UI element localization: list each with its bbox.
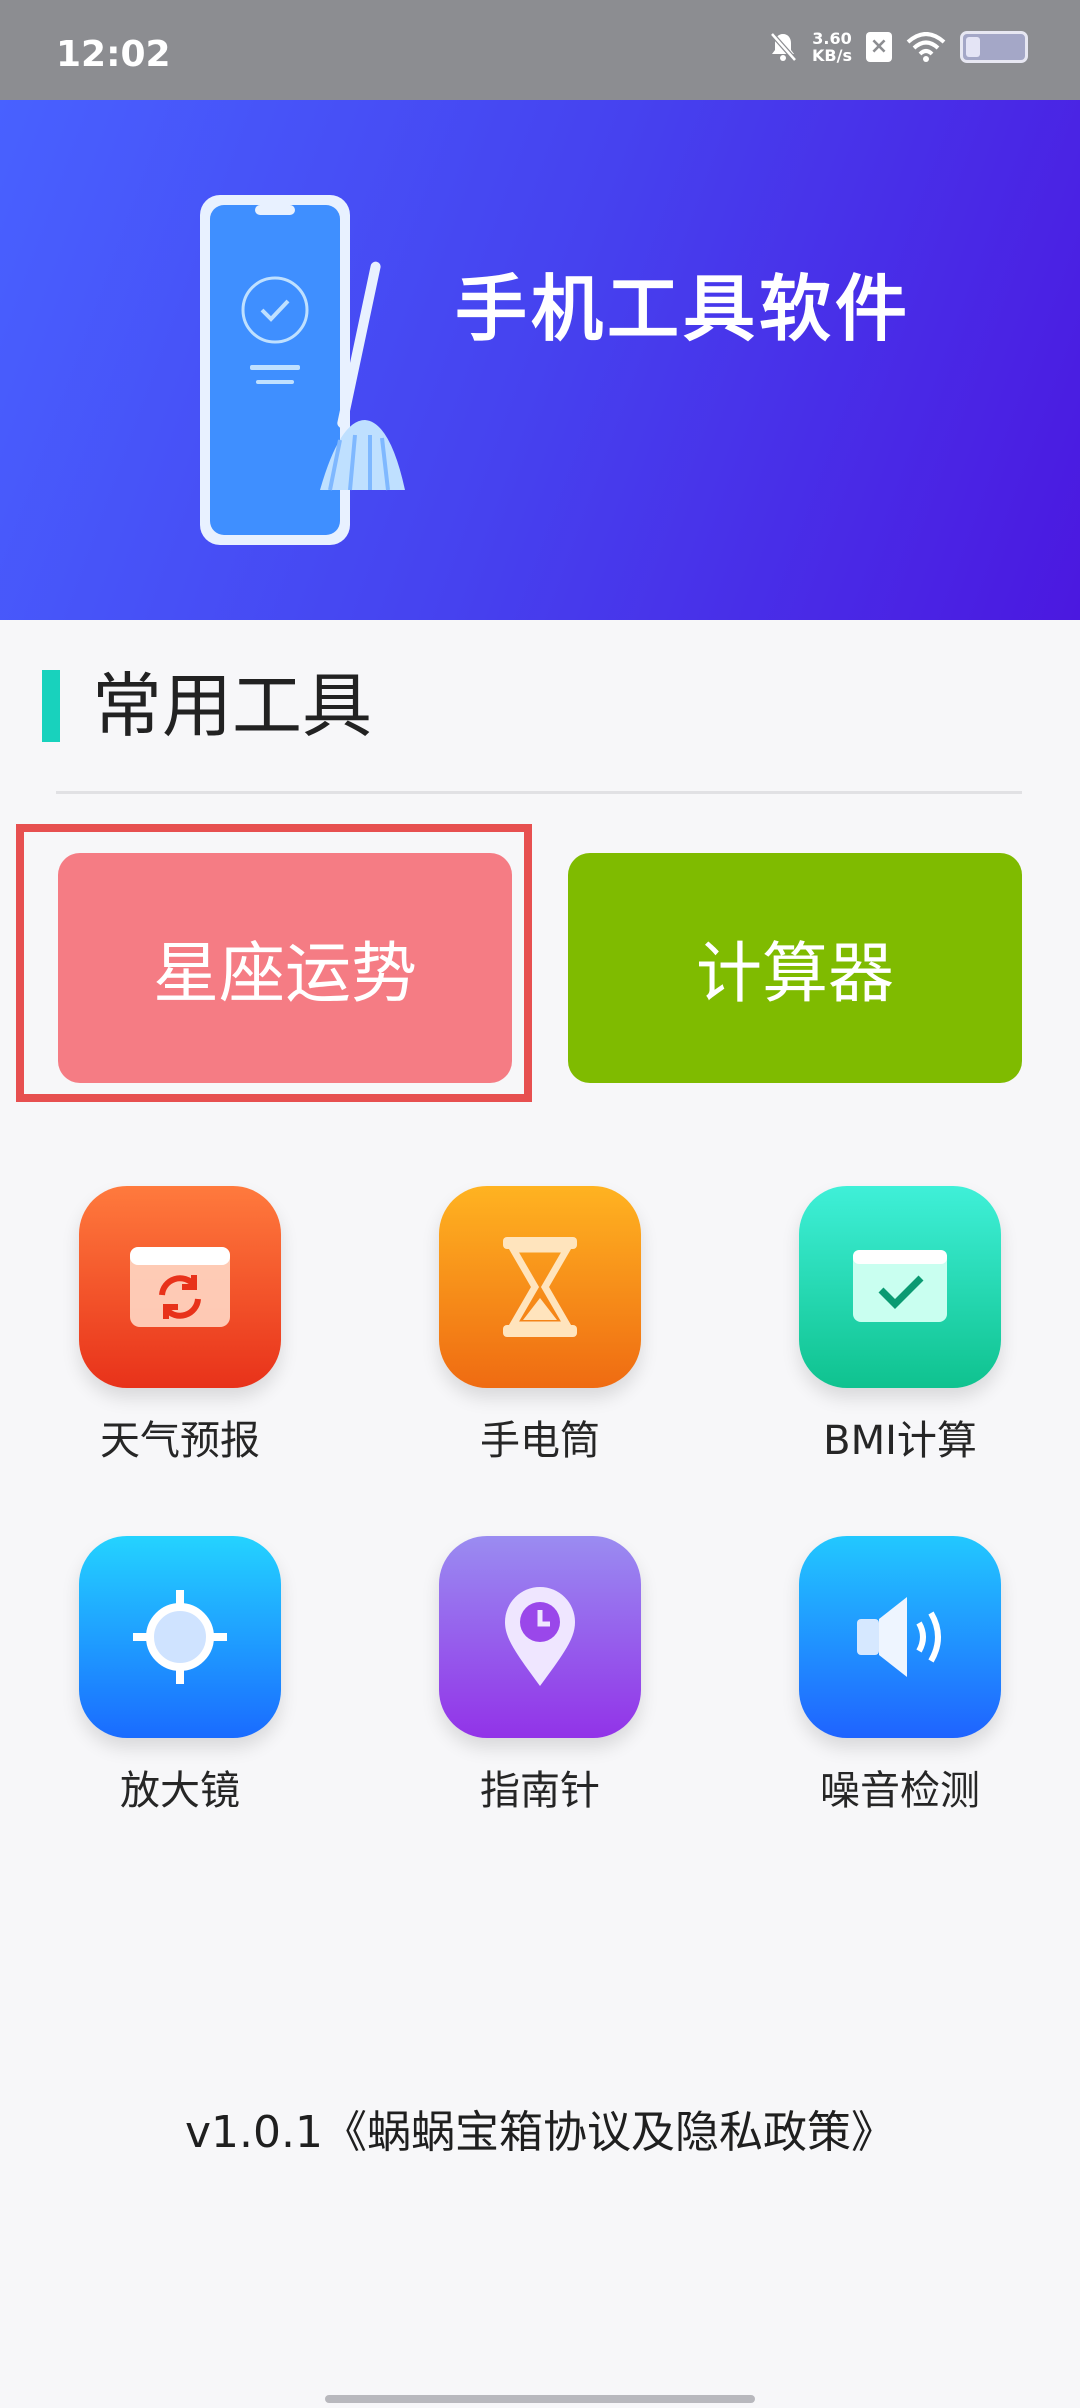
- tool-compass[interactable]: 指南针: [390, 1536, 690, 1816]
- tool-noise[interactable]: 噪音检测: [750, 1536, 1050, 1816]
- network-speed-value: 3.60: [812, 29, 852, 48]
- noise-label: 噪音检测: [820, 1768, 980, 1814]
- network-speed-unit: KB/s: [812, 46, 852, 65]
- calculator-button[interactable]: 计算器: [568, 853, 1022, 1083]
- calendar-refresh-icon: [130, 1247, 230, 1327]
- horoscope-button[interactable]: 星座运势: [58, 853, 512, 1083]
- noise-tile[interactable]: [799, 1536, 1001, 1738]
- crosshair-icon: [133, 1590, 227, 1684]
- tool-bmi[interactable]: BMI计算: [750, 1186, 1050, 1466]
- banner-title: 手机工具软件: [455, 267, 912, 351]
- magnifier-tile[interactable]: [79, 1536, 281, 1738]
- compass-tile[interactable]: [439, 1536, 641, 1738]
- battery-icon: [960, 31, 1028, 63]
- privacy-policy-link[interactable]: v1.0.1《蜗蜗宝箱协议及隐私政策》: [0, 2096, 1080, 2160]
- location-clock-icon: [505, 1587, 575, 1686]
- section-accent-bar: [42, 670, 60, 742]
- magnifier-label: 放大镜: [120, 1768, 240, 1814]
- section-title: 常用工具: [92, 665, 372, 747]
- home-indicator[interactable]: [325, 2395, 755, 2403]
- status-bar: 12:02 3.60 KB/s ×: [0, 0, 1080, 100]
- no-sim-icon: ×: [866, 32, 892, 62]
- status-time: 12:02: [56, 34, 171, 75]
- tool-flashlight[interactable]: 手电筒: [390, 1186, 690, 1466]
- network-speed: 3.60 KB/s: [812, 30, 852, 64]
- phone-cleaner-illustration: [200, 195, 405, 545]
- wifi-icon: [906, 32, 946, 62]
- speaker-icon: [857, 1597, 941, 1677]
- bmi-label: BMI计算: [823, 1418, 977, 1464]
- header-banner: 手机工具软件: [0, 100, 1080, 620]
- section-header: 常用工具: [42, 668, 1002, 744]
- flashlight-label: 手电筒: [480, 1418, 600, 1464]
- weather-label: 天气预报: [100, 1418, 260, 1464]
- mute-bell-icon: [770, 32, 797, 62]
- bmi-tile[interactable]: [799, 1186, 1001, 1388]
- hourglass-icon: [503, 1237, 577, 1337]
- status-icons: 3.60 KB/s ×: [768, 30, 1028, 64]
- monitor-check-icon: [853, 1250, 947, 1322]
- flashlight-tile[interactable]: [439, 1186, 641, 1388]
- tool-weather[interactable]: 天气预报: [30, 1186, 330, 1466]
- compass-label: 指南针: [480, 1768, 600, 1814]
- tool-magnifier[interactable]: 放大镜: [30, 1536, 330, 1816]
- weather-tile[interactable]: [79, 1186, 281, 1388]
- section-divider: [56, 791, 1022, 794]
